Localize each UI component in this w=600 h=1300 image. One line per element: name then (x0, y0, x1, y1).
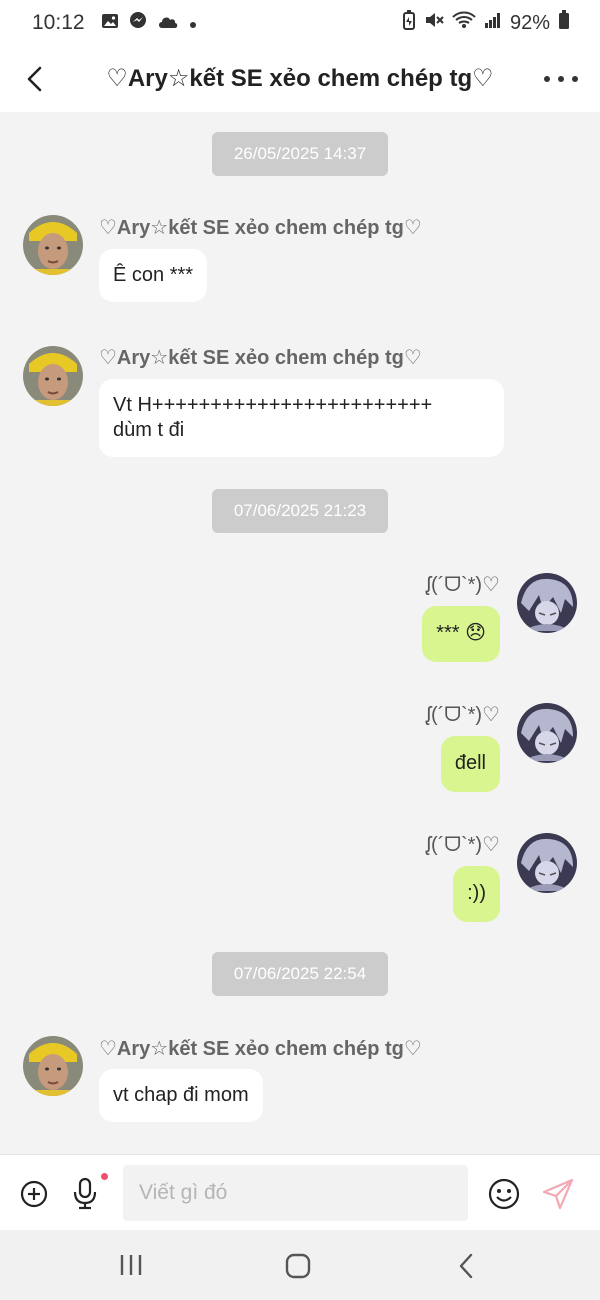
cloud-icon (157, 12, 179, 35)
my-name: ᶘ(´ᗜ`*)♡ (426, 704, 500, 726)
mute-icon (424, 11, 444, 35)
recents-button[interactable] (118, 1253, 144, 1277)
sender-name: ♡Ary☆kết SE xẻo chem chép tg♡ (99, 217, 422, 239)
disappointed-emoji: 😞 (465, 622, 486, 644)
microphone-icon (73, 1177, 97, 1210)
timestamp-divider: 26/05/2025 14:37 (212, 132, 388, 176)
voice-record-button[interactable] (72, 1177, 98, 1211)
outgoing-message[interactable]: đell (440, 736, 500, 792)
home-icon (285, 1253, 311, 1279)
recents-icon (120, 1255, 142, 1275)
emoji-button[interactable] (487, 1177, 521, 1211)
wifi-icon (452, 11, 476, 35)
status-bar: 10:12 92% (0, 0, 600, 46)
more-options-button[interactable] (544, 66, 578, 92)
chat-header: ♡Ary☆kết SE xẻo chem chép tg♡ (0, 46, 600, 112)
sender-avatar[interactable] (23, 1036, 83, 1096)
sender-avatar[interactable] (23, 346, 83, 406)
gallery-icon (101, 12, 119, 35)
messenger-icon (129, 11, 147, 35)
message-input-bar (0, 1154, 600, 1230)
message-text-line: dùm t đi (113, 419, 185, 441)
home-button[interactable] (284, 1252, 312, 1280)
emoji-icon (488, 1178, 520, 1210)
send-button[interactable] (541, 1177, 575, 1211)
sender-name: ♡Ary☆kết SE xẻo chem chép tg♡ (99, 1038, 422, 1060)
add-attachment-button[interactable] (20, 1180, 48, 1208)
my-name: ᶘ(´ᗜ`*)♡ (426, 834, 500, 856)
message-text: vt chap đi mom (113, 1084, 249, 1106)
incoming-message[interactable]: Vt H++++++++++++++++++++++++ dùm t đi (99, 379, 504, 457)
incoming-message[interactable]: Ê con *** (99, 249, 208, 302)
more-icon-dot (558, 76, 564, 82)
dot-icon (189, 12, 197, 35)
back-button[interactable] (18, 62, 50, 96)
chat-area[interactable]: 26/05/2025 14:37 ♡Ary☆kết SE xẻo chem ch… (0, 112, 600, 1154)
message-text-line: Vt H++++++++++++++++++++++++ (113, 394, 433, 416)
outgoing-message[interactable]: *** 😞 (422, 606, 500, 662)
sender-name: ♡Ary☆kết SE xẻo chem chép tg♡ (99, 347, 422, 369)
notification-dot (101, 1173, 108, 1180)
more-icon-dot (572, 76, 578, 82)
message-text: *** (436, 622, 460, 644)
sender-avatar[interactable] (23, 215, 83, 275)
status-time: 10:12 (32, 11, 85, 34)
battery-percentage: 92% (509, 11, 550, 34)
status-right: 92% (402, 10, 570, 36)
my-name: ᶘ(´ᗜ`*)♡ (426, 574, 500, 596)
my-avatar[interactable] (517, 833, 577, 893)
battery-icon (558, 10, 570, 36)
nav-back-button[interactable] (456, 1252, 476, 1280)
status-left: 10:12 (32, 11, 197, 35)
timestamp-divider: 07/06/2025 21:23 (212, 489, 388, 533)
outgoing-message[interactable]: :)) (453, 866, 500, 922)
message-text: :)) (467, 882, 486, 904)
chat-title: ♡Ary☆kết SE xẻo chem chép tg♡ (106, 65, 494, 92)
send-icon (542, 1178, 574, 1210)
back-icon (459, 1253, 473, 1279)
more-icon-dot (544, 76, 550, 82)
my-avatar[interactable] (517, 703, 577, 763)
chevron-left-icon (27, 66, 42, 92)
battery-saver-icon (402, 10, 416, 36)
system-nav-bar (0, 1230, 600, 1300)
plus-circle-icon (20, 1180, 48, 1208)
message-text: đell (454, 752, 486, 774)
message-text: Ê con *** (113, 264, 194, 286)
timestamp-divider: 07/06/2025 22:54 (212, 952, 388, 996)
message-input[interactable] (123, 1165, 468, 1221)
signal-icon (484, 11, 502, 35)
my-avatar[interactable] (517, 573, 577, 633)
incoming-message[interactable]: vt chap đi mom (99, 1069, 263, 1122)
